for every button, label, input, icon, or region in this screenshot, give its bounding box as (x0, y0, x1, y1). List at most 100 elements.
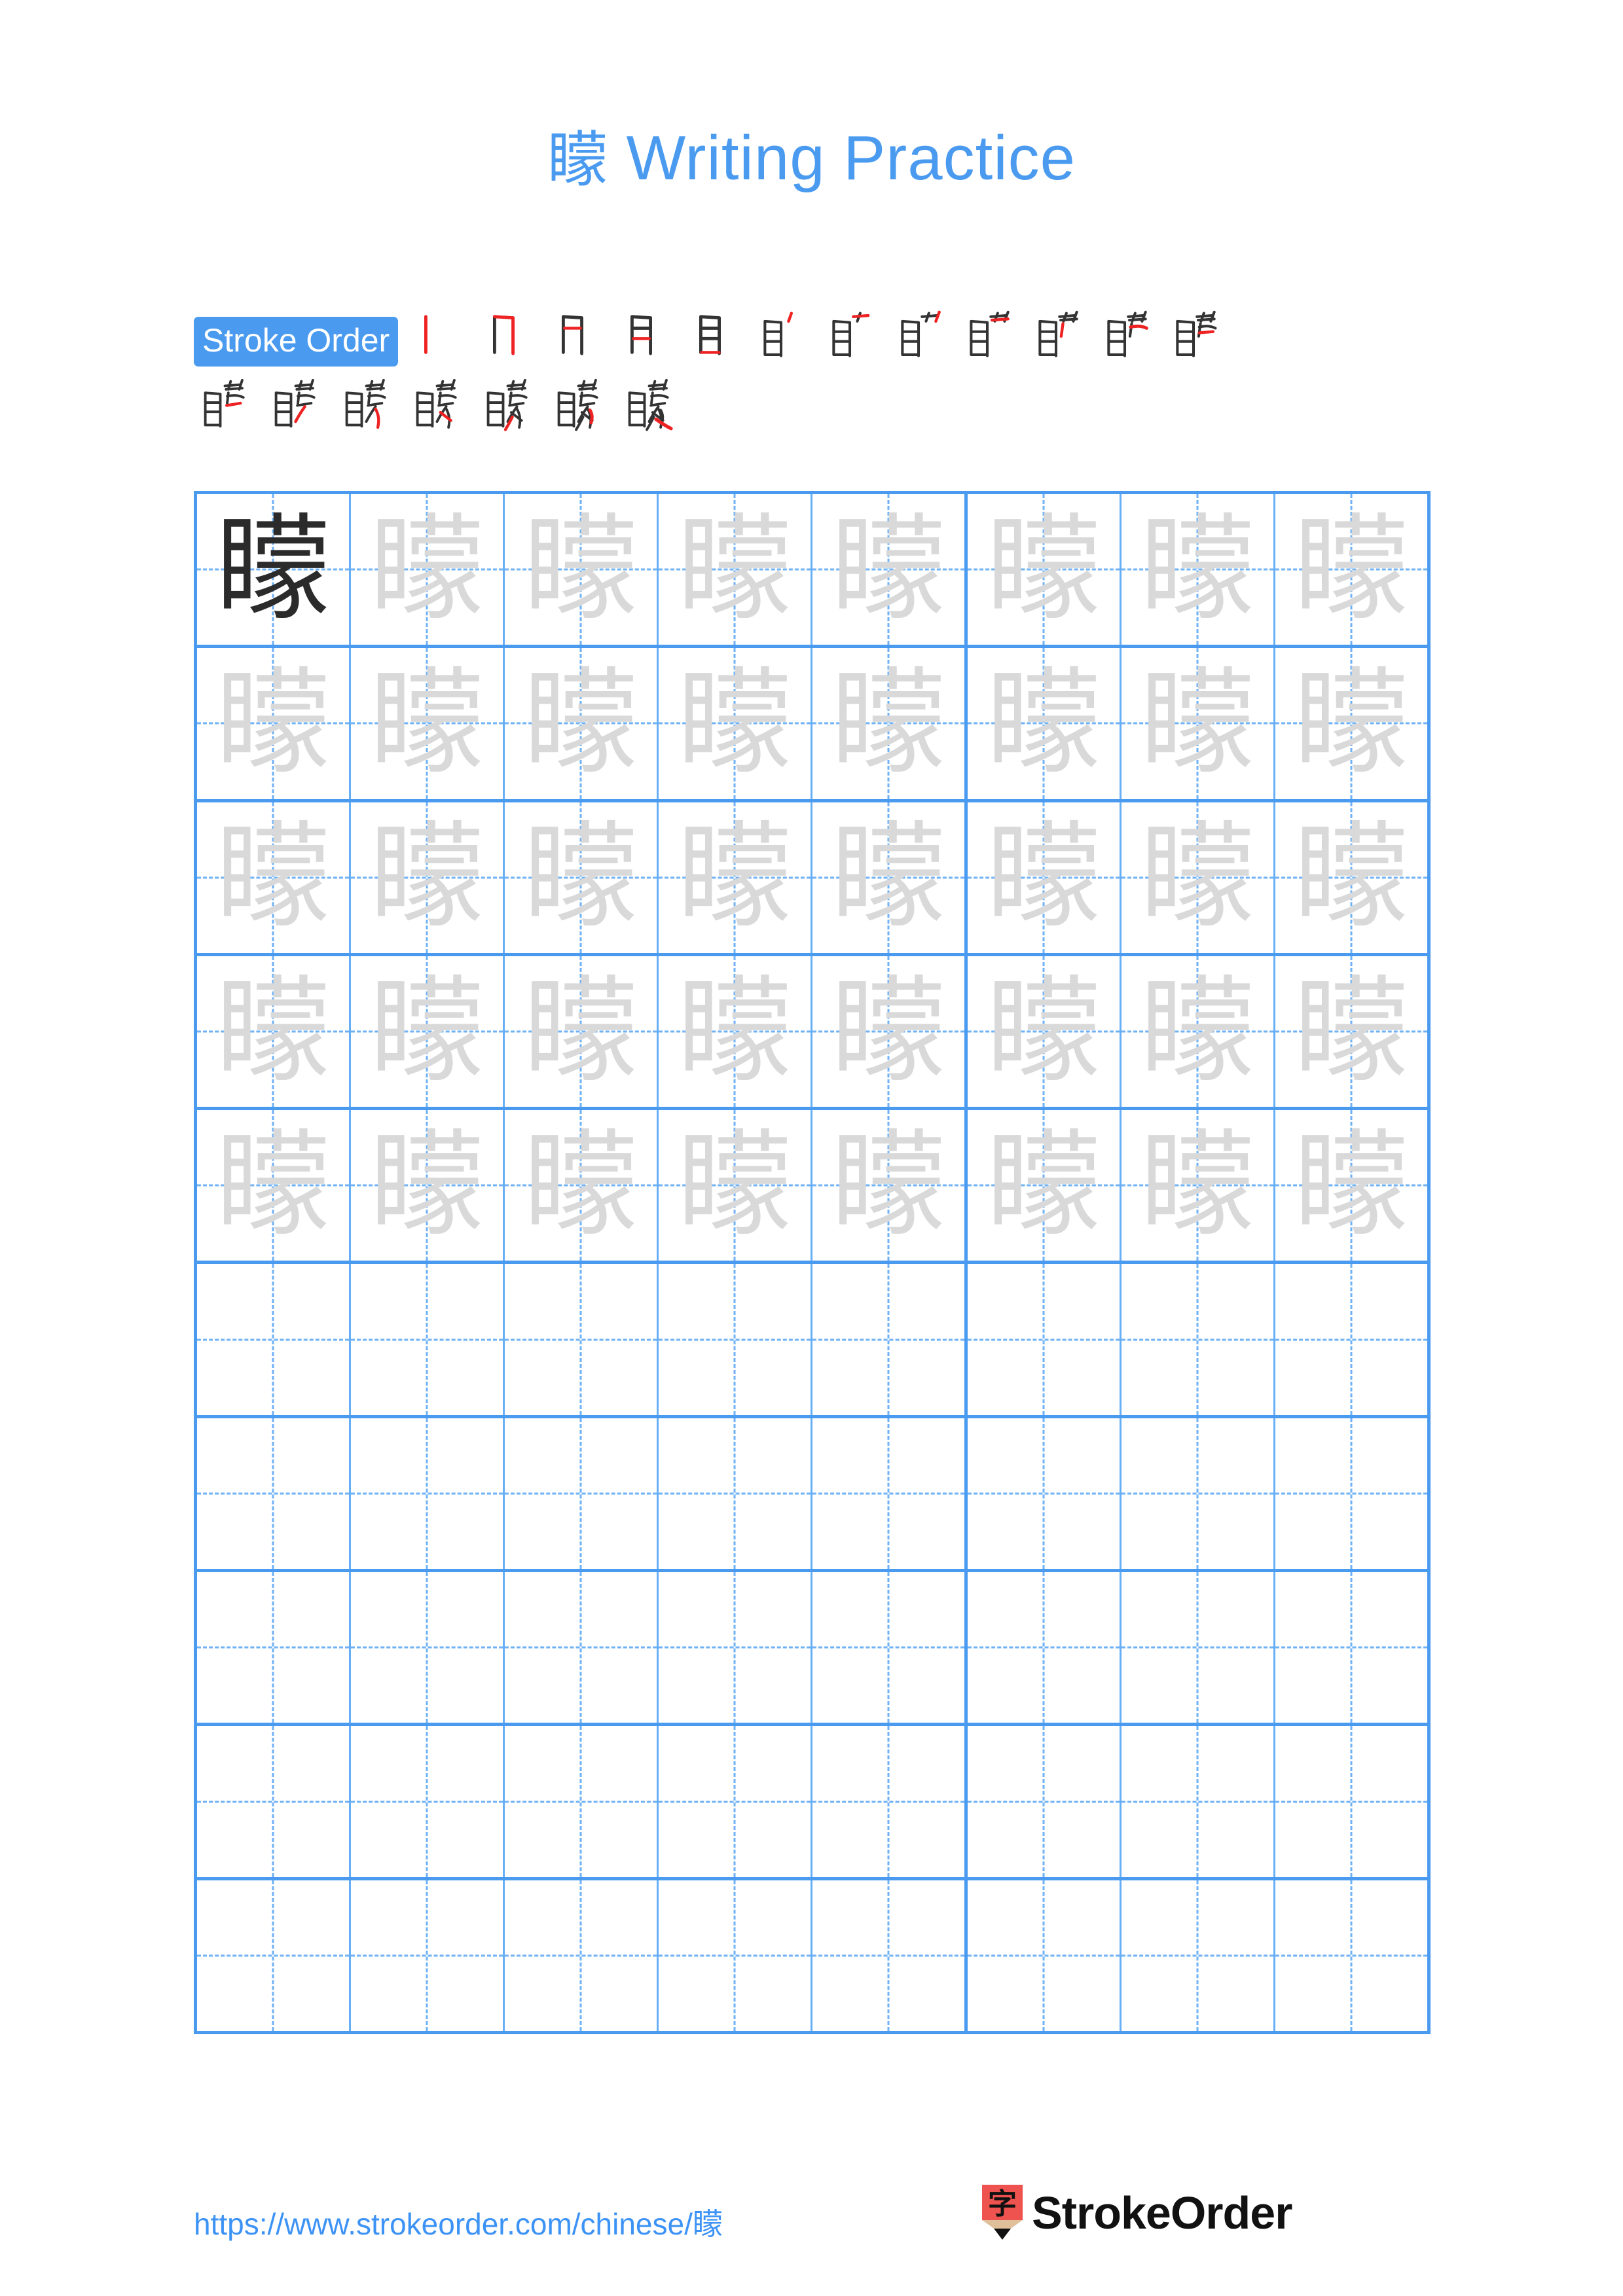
stroke-step-12-icon (1176, 310, 1217, 357)
practice-grid-cell[interactable] (1275, 1880, 1431, 2031)
practice-grid-cell[interactable] (1122, 1418, 1275, 1570)
practice-grid-cell[interactable] (659, 1880, 812, 2031)
practice-grid-cell[interactable]: 矇 (659, 1110, 812, 1261)
footer-url-link[interactable]: https://www.strokeorder.com/chinese/矇 (194, 2200, 723, 2244)
practice-grid-cell[interactable] (1275, 1572, 1431, 1723)
practice-grid-cell[interactable]: 矇 (1122, 648, 1275, 799)
practice-grid-cell[interactable]: 矇 (812, 802, 968, 953)
practice-grid-cell[interactable] (1122, 1264, 1275, 1415)
practice-grid-cell[interactable]: 矇 (1122, 956, 1275, 1107)
practice-grid-cell[interactable]: 矇 (505, 956, 659, 1107)
trace-character: 矇 (1140, 965, 1255, 1098)
practice-grid-cell[interactable]: 矇 (968, 802, 1122, 953)
practice-grid-cell[interactable]: 矇 (351, 494, 505, 645)
stroke-order-row-1: Stroke Order (194, 302, 1438, 367)
practice-grid-cell[interactable] (1275, 1418, 1431, 1570)
practice-grid-cell[interactable]: 矇 (1122, 802, 1275, 953)
trace-character: 矇 (215, 965, 331, 1098)
practice-grid-cell[interactable]: 矇 (812, 1110, 968, 1261)
practice-grid-cell[interactable]: 矇 (968, 956, 1122, 1107)
trace-character: 矇 (831, 965, 946, 1098)
practice-grid-cell[interactable] (968, 1572, 1122, 1723)
practice-grid-cell[interactable]: 矇 (659, 648, 812, 799)
practice-grid-cell[interactable]: 矇 (968, 648, 1122, 799)
practice-grid-cell[interactable]: 矇 (1275, 802, 1431, 953)
practice-grid-cell[interactable] (812, 1572, 968, 1723)
practice-grid-cell[interactable] (1275, 1264, 1431, 1415)
practice-grid-cell[interactable] (197, 1880, 351, 2031)
practice-grid-cell[interactable] (812, 1726, 968, 1877)
practice-grid-cell[interactable]: 矇 (812, 956, 968, 1107)
practice-grid-cell[interactable] (505, 1264, 659, 1415)
practice-grid-cell[interactable]: 矇 (505, 494, 659, 645)
practice-grid-row: 矇矇矇矇矇矇矇矇 (197, 648, 1431, 802)
practice-grid-cell[interactable]: 矇 (197, 956, 351, 1107)
practice-grid-cell[interactable] (812, 1418, 968, 1570)
practice-grid-cell[interactable] (351, 1572, 505, 1723)
stroke-step-17 (477, 370, 547, 435)
practice-grid-cell[interactable]: 矇 (505, 802, 659, 953)
practice-grid-cell[interactable] (659, 1572, 812, 1723)
practice-grid-cell[interactable]: 矇 (351, 648, 505, 799)
trace-character: 矇 (986, 811, 1101, 944)
practice-grid-cell[interactable] (351, 1264, 505, 1415)
practice-grid-cell[interactable]: 矇 (505, 1110, 659, 1261)
practice-grid-cell[interactable] (351, 1726, 505, 1877)
practice-grid-cell[interactable] (1122, 1572, 1275, 1723)
practice-grid-cell[interactable]: 矇 (812, 648, 968, 799)
practice-grid-cell[interactable]: 矇 (1122, 494, 1275, 645)
practice-grid-cell[interactable] (1122, 1726, 1275, 1877)
practice-grid-cell[interactable] (505, 1880, 659, 2031)
practice-grid-cell[interactable]: 矇 (968, 1110, 1122, 1261)
stroke-step-4 (615, 302, 684, 367)
practice-grid-cell[interactable]: 矇 (351, 956, 505, 1107)
practice-grid-cell[interactable] (505, 1418, 659, 1570)
stroke-step-14-icon (274, 378, 316, 428)
practice-grid-cell[interactable]: 矇 (659, 802, 812, 953)
practice-grid-cell[interactable] (197, 1572, 351, 1723)
practice-grid-cell[interactable] (197, 1726, 351, 1877)
stroke-step-8 (890, 302, 958, 367)
practice-grid-cell[interactable] (1122, 1880, 1275, 2031)
practice-grid-cell[interactable] (1275, 1726, 1431, 1877)
practice-grid-cell[interactable]: 矇 (351, 1110, 505, 1261)
stroke-step-12 (1165, 302, 1233, 367)
stroke-step-18-icon (557, 378, 598, 431)
practice-grid-cell[interactable] (659, 1726, 812, 1877)
practice-grid-cell[interactable] (968, 1418, 1122, 1570)
practice-grid-cell[interactable]: 矇 (1275, 1110, 1431, 1261)
practice-grid-cell[interactable] (659, 1418, 812, 1570)
practice-grid-cell[interactable]: 矇 (505, 648, 659, 799)
practice-grid-cell[interactable] (351, 1880, 505, 2031)
practice-grid-cell[interactable]: 矇 (351, 802, 505, 953)
practice-grid-cell[interactable] (197, 1264, 351, 1415)
practice-grid-cell[interactable]: 矇 (1275, 956, 1431, 1107)
practice-grid-cell[interactable]: 矇 (1122, 1110, 1275, 1261)
practice-grid-cell[interactable] (659, 1264, 812, 1415)
practice-grid-cell[interactable]: 矇 (1275, 648, 1431, 799)
practice-grid-cell[interactable] (505, 1572, 659, 1723)
practice-grid-cell[interactable] (351, 1418, 505, 1570)
practice-grid-cell[interactable] (812, 1880, 968, 2031)
practice-grid-cell[interactable]: 矇 (659, 956, 812, 1107)
practice-grid-cell[interactable]: 矇 (659, 494, 812, 645)
practice-grid-cell[interactable]: 矇 (1275, 494, 1431, 645)
model-character: 矇 (215, 503, 331, 636)
practice-grid-cell[interactable] (197, 1418, 351, 1570)
practice-grid-cell[interactable] (812, 1264, 968, 1415)
stroke-step-14 (264, 370, 335, 435)
practice-grid-cell[interactable] (505, 1726, 659, 1877)
stroke-step-1-icon (424, 315, 428, 354)
practice-grid-cell[interactable]: 矇 (197, 1110, 351, 1261)
practice-grid-cell[interactable]: 矇 (197, 802, 351, 953)
practice-grid-cell[interactable]: 矇 (197, 648, 351, 799)
practice-grid-cell[interactable]: 矇 (197, 494, 351, 645)
practice-grid-cell[interactable] (968, 1726, 1122, 1877)
practice-grid-cell[interactable] (968, 1264, 1122, 1415)
stroke-step-13 (194, 370, 264, 435)
practice-grid-cell[interactable] (968, 1880, 1122, 2031)
trace-character: 矇 (1294, 656, 1409, 790)
practice-grid-cell[interactable]: 矇 (812, 494, 968, 645)
brand-logo[interactable]: 字 StrokeOrder (982, 2185, 1292, 2241)
practice-grid-cell[interactable]: 矇 (968, 494, 1122, 645)
